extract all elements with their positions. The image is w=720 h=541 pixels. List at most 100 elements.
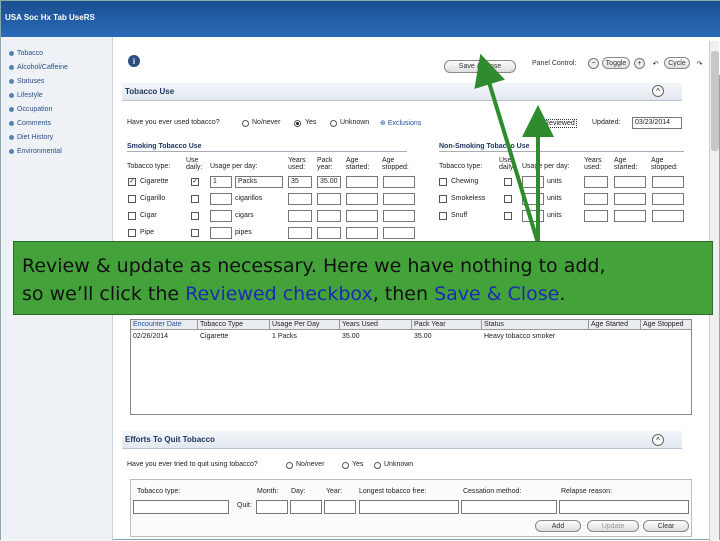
save-close-button[interactable]: Save & Close [444, 60, 516, 73]
sidebar-item-occupation[interactable]: Occupation [9, 103, 52, 115]
age-started-field[interactable] [614, 210, 646, 222]
tobacco-type-label: Pipe [140, 229, 155, 236]
use-daily-checkbox[interactable] [191, 195, 199, 203]
use-daily-checkbox[interactable] [504, 178, 512, 186]
age-started-field[interactable] [614, 193, 646, 205]
quit-method-field[interactable] [461, 500, 557, 514]
age-started-field[interactable] [346, 227, 378, 239]
usage-qty-field[interactable] [210, 227, 232, 239]
expand-all-icon[interactable]: + [634, 58, 645, 69]
years-used-field[interactable] [288, 227, 312, 239]
quit-tobacco-type-field[interactable] [133, 500, 229, 514]
updated-date-field[interactable]: 03/23/2014 [632, 117, 682, 129]
toolbar: i Save & Close Panel Control: − Toggle +… [114, 37, 720, 75]
years-used-field[interactable] [584, 210, 608, 222]
usage-qty-field[interactable]: 1 [210, 176, 232, 188]
cigarette-checkbox[interactable]: ✓ [128, 178, 136, 186]
collapse-all-icon[interactable]: − [588, 58, 599, 69]
grid-col-usage-per-day[interactable]: Usage Per Day [270, 320, 340, 330]
grid-header: Encounter Date Tobacco Type Usage Per Da… [131, 320, 691, 330]
quit-relapse-field[interactable] [559, 500, 689, 514]
pack-year-field[interactable] [317, 210, 341, 222]
exclusions-label: Exclusions [387, 120, 422, 127]
age-stopped-field[interactable] [383, 210, 415, 222]
grid-col-pack-year[interactable]: Pack Year [412, 320, 482, 330]
clear-button[interactable]: Clear [643, 520, 689, 532]
info-icon[interactable]: i [128, 55, 140, 67]
quit-question: Have you ever tried to quit using tobacc… [127, 461, 258, 468]
usage-qty-field[interactable] [210, 210, 232, 222]
sidebar-item-tobacco[interactable]: Tobacco [9, 47, 43, 59]
sidebar-item-comments[interactable]: Comments [9, 117, 51, 129]
age-started-field[interactable] [346, 210, 378, 222]
radio-no-never[interactable] [242, 120, 249, 127]
age-stopped-field[interactable] [383, 227, 415, 239]
age-stopped-field[interactable] [383, 193, 415, 205]
use-daily-checkbox[interactable] [191, 212, 199, 220]
use-daily-checkbox[interactable] [504, 195, 512, 203]
quit-longest-field[interactable] [359, 500, 459, 514]
age-started-field[interactable] [614, 176, 646, 188]
years-used-field[interactable]: 35 [288, 176, 312, 188]
undo-icon[interactable]: ↶ [650, 58, 661, 69]
quit-radio-yes[interactable] [342, 462, 349, 469]
grid-col-years-used[interactable]: Years Used [340, 320, 412, 330]
redo-icon[interactable]: ↷ [694, 58, 705, 69]
grid-col-encounter-date[interactable]: Encounter Date [131, 320, 198, 330]
grid-col-age-started[interactable]: Age Started [589, 320, 641, 330]
grid-col-age-stopped[interactable]: Age Stopped [641, 320, 691, 330]
pack-year-field[interactable] [317, 193, 341, 205]
years-used-field[interactable] [584, 176, 608, 188]
sidebar-item-diet-history[interactable]: Diet History [9, 131, 53, 143]
update-button[interactable]: Update [587, 520, 639, 532]
usage-qty-field[interactable] [522, 193, 544, 205]
sidebar-item-lifestyle[interactable]: Lifestyle [9, 89, 43, 101]
add-button[interactable]: Add [535, 520, 581, 532]
cigarillo-checkbox[interactable] [128, 195, 136, 203]
app-window: USA Soc Hx Tab UseRS Tobacco Alcohol/Caf… [0, 0, 720, 541]
age-stopped-field[interactable] [652, 176, 684, 188]
cigar-checkbox[interactable] [128, 212, 136, 220]
pipe-checkbox[interactable] [128, 229, 136, 237]
grid-col-tobacco-type[interactable]: Tobacco Type [198, 320, 270, 330]
pack-year-field[interactable] [317, 227, 341, 239]
years-used-field[interactable] [288, 210, 312, 222]
quit-day-field[interactable] [290, 500, 322, 514]
radio-yes[interactable] [294, 120, 301, 127]
grid-col-status[interactable]: Status [482, 320, 589, 330]
chewing-checkbox[interactable] [439, 178, 447, 186]
collapse-efforts-icon[interactable]: ^ [652, 434, 664, 446]
radio-unknown-label: Unknown [340, 119, 370, 126]
cycle-button[interactable]: Cycle [664, 57, 690, 69]
use-daily-checkbox[interactable] [504, 212, 512, 220]
years-used-field[interactable] [288, 193, 312, 205]
sidebar-item-statuses[interactable]: Statuses [9, 75, 44, 87]
usage-unit-field[interactable]: Packs [235, 176, 283, 188]
years-used-field[interactable] [584, 193, 608, 205]
use-daily-checkbox[interactable]: ✓ [191, 178, 199, 186]
snuff-checkbox[interactable] [439, 212, 447, 220]
quit-year-field[interactable] [324, 500, 356, 514]
use-daily-checkbox[interactable] [191, 229, 199, 237]
reviewed-checkbox[interactable]: ✓ [531, 119, 539, 127]
radio-unknown[interactable] [330, 120, 337, 127]
collapse-tobacco-icon[interactable]: ^ [652, 85, 664, 97]
pack-year-field[interactable]: 35.00 [317, 176, 341, 188]
usage-qty-field[interactable] [522, 210, 544, 222]
quit-radio-unknown[interactable] [374, 462, 381, 469]
usage-qty-field[interactable] [210, 193, 232, 205]
sidebar-item-environmental[interactable]: Environmental [9, 145, 62, 157]
quit-month-field[interactable] [256, 500, 288, 514]
smokeless-checkbox[interactable] [439, 195, 447, 203]
sidebar-item-alcohol-caffeine[interactable]: Alcohol/Caffeine [9, 61, 68, 73]
scroll-thumb[interactable] [711, 51, 719, 151]
exclusions-link[interactable]: ⊕ Exclusions [380, 119, 421, 127]
quit-radio-no-never[interactable] [286, 462, 293, 469]
age-stopped-field[interactable] [383, 176, 415, 188]
age-started-field[interactable] [346, 176, 378, 188]
age-started-field[interactable] [346, 193, 378, 205]
toggle-button[interactable]: Toggle [602, 57, 630, 69]
age-stopped-field[interactable] [652, 193, 684, 205]
age-stopped-field[interactable] [652, 210, 684, 222]
usage-qty-field[interactable] [522, 176, 544, 188]
